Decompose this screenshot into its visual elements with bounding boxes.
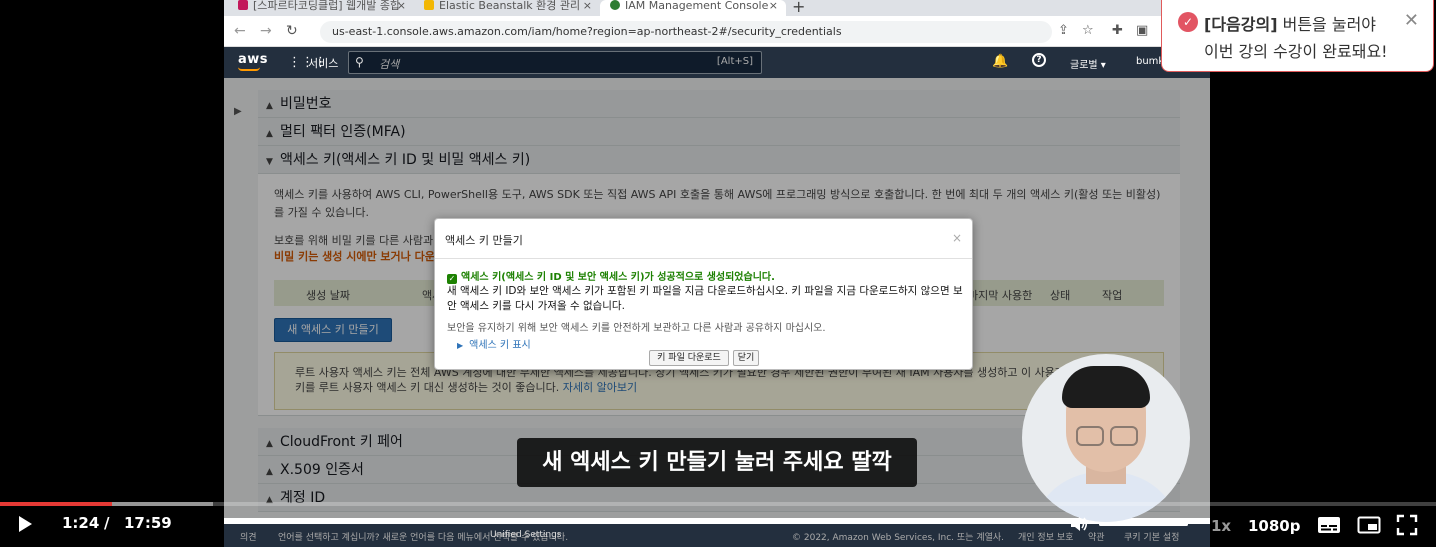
services-menu[interactable]: 서비스 — [308, 55, 338, 71]
aws-smile-icon — [238, 67, 260, 71]
feedback-link[interactable]: 의견 — [240, 530, 257, 543]
address-bar[interactable]: us-east-1.console.aws.amazon.com/iam/hom… — [320, 21, 1052, 43]
success-message: ✓ 액세스 키(액세스 키 ID 및 보안 액세스 키)가 성공적으로 생성되었습… — [447, 268, 775, 284]
show-key-label: 액세스 키 표시 — [469, 340, 531, 351]
account-menu[interactable]: bumk — [1136, 56, 1164, 67]
aws-footer: 의견 언어를 선택하고 계십니까? 새로운 언어를 다음 메뉴에서 선택할 수 … — [224, 524, 1210, 547]
modal-header: 액세스 키 만들기 × — [435, 219, 972, 259]
new-tab-button[interactable]: + — [792, 0, 805, 16]
download-instructions: 새 액세스 키 ID와 보안 액세스 키가 포함된 키 파일을 지금 다운로드하… — [447, 285, 963, 312]
instructor-hair — [1062, 366, 1150, 408]
help-icon[interactable]: ? — [1032, 53, 1046, 67]
iam-favicon-icon — [610, 0, 620, 10]
search-shortcut-hint: [Alt+S] — [716, 56, 753, 67]
download-key-file-button[interactable]: 키 파일 다운로드 — [649, 350, 729, 366]
subtitles-icon[interactable] — [1317, 516, 1341, 534]
success-check-icon: ✓ — [447, 274, 457, 284]
tab-label: IAM Management Console — [625, 0, 769, 12]
picture-in-picture-icon[interactable] — [1357, 516, 1381, 534]
browser-toolbar: ← → ↻ us-east-1.console.aws.amazon.com/i… — [224, 16, 1210, 47]
terms-link[interactable]: 약관 — [1088, 530, 1105, 543]
close-icon[interactable]: × — [769, 0, 778, 12]
success-text: 액세스 키(액세스 키 ID 및 보안 액세스 키)가 성공적으로 생성되었습니… — [461, 272, 775, 283]
side-panel-icon[interactable]: ▣ — [1136, 23, 1148, 38]
reload-icon[interactable]: ↻ — [286, 23, 298, 39]
tab-label: Elastic Beanstalk 환경 관리 — [439, 0, 581, 12]
copyright: © 2022, Amazon Web Services, Inc. 또는 계열사… — [792, 533, 1005, 543]
current-time: 1:24 — [62, 514, 100, 532]
toast-message-line-1: [다음강의] 버튼을 눌러야 — [1204, 11, 1376, 35]
close-icon[interactable]: × — [397, 0, 406, 12]
back-arrow-icon[interactable]: ← — [234, 23, 246, 39]
tab-label: [스파르타코딩클럽] 웹개발 종합 — [253, 0, 401, 12]
search-icon: ⚲ — [355, 55, 364, 69]
show-access-key-toggle[interactable]: ▶ 액세스 키 표시 — [457, 336, 531, 351]
volume-slider[interactable] — [1099, 523, 1188, 526]
next-lecture-toast: ✓ [다음강의] 버튼을 눌러야 이번 강의 수강이 완료돼요! ✕ — [1161, 0, 1434, 72]
video-subtitle: 새 엑세스 키 만들기 눌러 주세요 딸깍 — [517, 438, 917, 487]
sparta-favicon-icon — [238, 0, 248, 10]
play-icon[interactable] — [19, 516, 32, 532]
toast-message-line-2: 이번 강의 수강이 완료돼요! — [1204, 42, 1388, 61]
next-lecture-highlight: [다음강의] — [1204, 15, 1278, 34]
security-tip: 보안을 유지하기 위해 보안 액세스 키를 안전하게 보관하고 다른 사람과 공… — [447, 323, 826, 334]
forward-arrow-icon[interactable]: → — [260, 23, 272, 39]
privacy-link[interactable]: 개인 정보 보호 — [1018, 530, 1073, 543]
notification-bell-icon[interactable]: 🔔 — [992, 54, 1008, 69]
share-icon[interactable]: ⇪ — [1058, 23, 1069, 38]
extensions-icon[interactable]: ✚ — [1112, 23, 1123, 38]
video-player[interactable]: [스파르타코딩클럽] 웹개발 종합 × Elastic Beanstalk 환경… — [0, 0, 1436, 547]
unified-settings-link[interactable]: Unified Settings — [490, 530, 562, 540]
quality-button[interactable]: 1080p — [1248, 517, 1301, 535]
total-duration: 17:59 — [124, 514, 172, 532]
search-placeholder: 검색 — [379, 58, 400, 71]
region-selector[interactable]: 글로벌 ▾ — [1070, 56, 1106, 71]
check-circle-icon: ✓ — [1178, 12, 1198, 32]
aws-logo[interactable]: aws — [238, 52, 268, 67]
browser-tab-beanstalk[interactable]: Elastic Beanstalk 환경 관리 × — [414, 0, 600, 16]
progress-played — [0, 502, 112, 506]
modal-title: 액세스 키 만들기 — [445, 234, 523, 247]
volume-icon[interactable] — [1070, 515, 1088, 533]
aws-navbar: aws ⋮⋮⋮ 서비스 ⚲ 검색 [Alt+S] 🔔 ? 글로벌 ▾ bumk — [224, 47, 1210, 78]
browser-tab-strip: [스파르타코딩클럽] 웹개발 종합 × Elastic Beanstalk 환경… — [224, 0, 1210, 16]
glasses-lens-right — [1110, 426, 1138, 446]
modal-close-icon[interactable]: × — [952, 231, 962, 245]
bookmark-star-icon[interactable]: ☆ — [1082, 23, 1094, 38]
aws-search-input[interactable]: ⚲ 검색 [Alt+S] — [348, 51, 762, 74]
fullscreen-icon[interactable] — [1396, 514, 1418, 536]
toast-close-icon[interactable]: ✕ — [1404, 10, 1419, 31]
beanstalk-favicon-icon — [424, 0, 434, 10]
cookie-preferences-link[interactable]: 쿠키 기본 설정 — [1124, 530, 1179, 543]
modal-close-button[interactable]: 닫기 — [733, 350, 759, 366]
create-access-key-modal: 액세스 키 만들기 × ✓ 액세스 키(액세스 키 ID 및 보안 액세스 키)가… — [434, 218, 973, 370]
address-url: us-east-1.console.aws.amazon.com/iam/hom… — [332, 25, 842, 38]
instructor-webcam — [1022, 354, 1190, 522]
glasses-lens-left — [1076, 426, 1104, 446]
time-separator: / — [104, 514, 110, 532]
browser-tab-iam[interactable]: IAM Management Console × — [600, 0, 786, 16]
toast-text: 버튼을 눌러야 — [1277, 15, 1377, 34]
progress-bar[interactable] — [0, 502, 1436, 506]
close-icon[interactable]: × — [583, 0, 592, 12]
playback-speed-button[interactable]: 1x — [1211, 517, 1231, 535]
expand-triangle-icon: ▶ — [457, 341, 464, 350]
browser-tab-sparta[interactable]: [스파르타코딩클럽] 웹개발 종합 × — [228, 0, 414, 16]
